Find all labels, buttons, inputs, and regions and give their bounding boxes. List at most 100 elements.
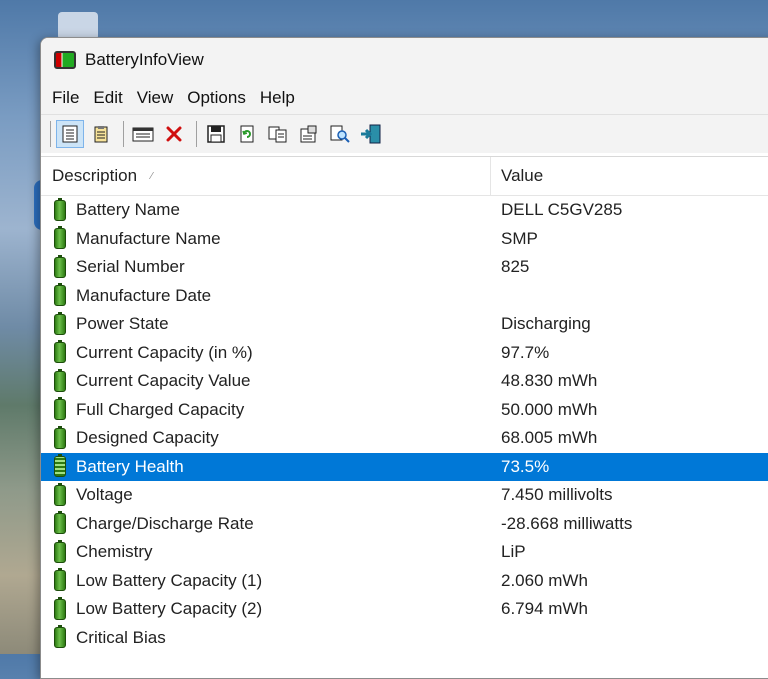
row-value: 68.005 mWh bbox=[501, 428, 598, 448]
list-row[interactable]: Serial Number 825 bbox=[41, 253, 768, 282]
column-header-description[interactable]: Description ⁄ bbox=[41, 157, 491, 195]
battery-icon bbox=[54, 454, 66, 478]
refresh-button[interactable] bbox=[233, 120, 261, 148]
column-description-label: Description bbox=[52, 166, 138, 185]
row-description: Designed Capacity bbox=[76, 428, 219, 448]
properties-icon bbox=[94, 126, 108, 143]
list-row[interactable]: Charge/Discharge Rate -28.668 milliwatts bbox=[41, 510, 768, 539]
column-header-value[interactable]: Value bbox=[491, 157, 543, 195]
list-row[interactable]: Manufacture Name SMP bbox=[41, 225, 768, 254]
column-value-label: Value bbox=[501, 166, 544, 185]
row-value: 7.450 millivolts bbox=[501, 485, 613, 505]
battery-app-icon bbox=[54, 51, 76, 69]
toolbar-separator bbox=[50, 121, 51, 147]
battery-icon bbox=[54, 226, 66, 250]
row-description: Battery Name bbox=[76, 200, 180, 220]
copy-icon bbox=[268, 126, 287, 143]
delete-button[interactable] bbox=[160, 120, 188, 148]
list-row[interactable]: Current Capacity Value 48.830 mWh bbox=[41, 367, 768, 396]
menu-options[interactable]: Options bbox=[180, 88, 253, 108]
battery-icon bbox=[54, 482, 66, 506]
row-description: Full Charged Capacity bbox=[76, 399, 245, 419]
row-value: 48.830 mWh bbox=[501, 371, 598, 391]
list-row[interactable]: Power State Discharging bbox=[41, 310, 768, 339]
row-value: Discharging bbox=[501, 314, 591, 334]
row-description: Current Capacity Value bbox=[76, 371, 251, 391]
battery-info-list[interactable]: Description ⁄ Value Battery Name DELL C5G… bbox=[41, 156, 768, 678]
row-description: Serial Number bbox=[76, 257, 185, 277]
window-title: BatteryInfoView bbox=[85, 50, 204, 69]
toolbar-separator bbox=[123, 121, 124, 147]
row-description: Critical Bias bbox=[76, 627, 166, 647]
menu-edit[interactable]: Edit bbox=[86, 88, 129, 108]
exit-icon bbox=[361, 124, 381, 144]
list-row[interactable]: Full Charged Capacity 50.000 mWh bbox=[41, 396, 768, 425]
properties-page-icon bbox=[300, 125, 317, 143]
desktop-icon[interactable] bbox=[58, 12, 98, 40]
battery-icon bbox=[54, 311, 66, 335]
row-value: 73.5% bbox=[501, 456, 550, 476]
list-header: Description ⁄ Value bbox=[41, 157, 768, 196]
row-value: 97.7% bbox=[501, 342, 550, 362]
find-icon bbox=[330, 125, 350, 143]
row-description: Chemistry bbox=[76, 542, 153, 562]
battery-icon bbox=[54, 425, 66, 449]
menu-view[interactable]: View bbox=[130, 88, 181, 108]
battery-icon bbox=[54, 340, 66, 364]
sort-indicator-icon: ⁄ bbox=[151, 170, 153, 182]
row-value: 825 bbox=[501, 257, 530, 277]
row-description: Power State bbox=[76, 314, 169, 334]
row-value: SMP bbox=[501, 228, 538, 248]
row-value: LiP bbox=[501, 542, 526, 562]
battery-icon bbox=[54, 568, 66, 592]
list-row[interactable]: Designed Capacity 68.005 mWh bbox=[41, 424, 768, 453]
list-row[interactable]: Manufacture Date bbox=[41, 282, 768, 311]
advanced-button[interactable] bbox=[129, 120, 157, 148]
battery-icon bbox=[54, 511, 66, 535]
title-bar[interactable]: BatteryInfoView bbox=[41, 38, 768, 82]
row-description: Charge/Discharge Rate bbox=[76, 513, 254, 533]
html-report-button[interactable] bbox=[56, 120, 84, 148]
battery-icon bbox=[54, 397, 66, 421]
delete-icon bbox=[166, 126, 182, 142]
copy-button[interactable] bbox=[264, 120, 292, 148]
list-row[interactable]: Chemistry LiP bbox=[41, 538, 768, 567]
list-row[interactable]: Low Battery Capacity (1) 2.060 mWh bbox=[41, 567, 768, 596]
refresh-icon bbox=[240, 125, 254, 143]
menu-file[interactable]: File bbox=[45, 88, 86, 108]
row-description: Battery Health bbox=[76, 456, 184, 476]
properties-page-button[interactable] bbox=[295, 120, 323, 148]
battery-icon bbox=[54, 625, 66, 649]
list-row[interactable]: Critical Bias bbox=[41, 624, 768, 653]
battery-icon bbox=[54, 197, 66, 221]
list-row[interactable]: Battery Name DELL C5GV285 bbox=[41, 196, 768, 225]
list-row[interactable]: Current Capacity (in %) 97.7% bbox=[41, 339, 768, 368]
battery-icon bbox=[54, 596, 66, 620]
battery-icon bbox=[54, 368, 66, 392]
list-row[interactable]: Voltage 7.450 millivolts bbox=[41, 481, 768, 510]
row-value: 50.000 mWh bbox=[501, 399, 598, 419]
row-value: DELL C5GV285 bbox=[501, 200, 623, 220]
list-row[interactable]: Low Battery Capacity (2) 6.794 mWh bbox=[41, 595, 768, 624]
row-value: 6.794 mWh bbox=[501, 599, 588, 619]
row-description: Low Battery Capacity (2) bbox=[76, 599, 263, 619]
row-description: Manufacture Name bbox=[76, 228, 221, 248]
row-value: 2.060 mWh bbox=[501, 570, 588, 590]
battery-icon bbox=[54, 283, 66, 307]
menu-help[interactable]: Help bbox=[253, 88, 302, 108]
list-row-selected[interactable]: Battery Health 73.5% bbox=[41, 452, 768, 481]
app-window: BatteryInfoView File Edit View Options H… bbox=[40, 37, 768, 679]
find-button[interactable] bbox=[326, 120, 354, 148]
row-value: -28.668 milliwatts bbox=[501, 513, 633, 533]
row-description: Voltage bbox=[76, 485, 133, 505]
toolbar-separator bbox=[196, 121, 197, 147]
battery-icon bbox=[54, 254, 66, 278]
advanced-icon bbox=[132, 127, 154, 142]
save-button[interactable] bbox=[202, 120, 230, 148]
battery-icon bbox=[54, 539, 66, 563]
exit-button[interactable] bbox=[357, 120, 385, 148]
menu-bar: File Edit View Options Help bbox=[41, 82, 768, 114]
properties-button[interactable] bbox=[87, 120, 115, 148]
html-report-icon bbox=[62, 125, 78, 143]
toolbar bbox=[41, 114, 768, 153]
